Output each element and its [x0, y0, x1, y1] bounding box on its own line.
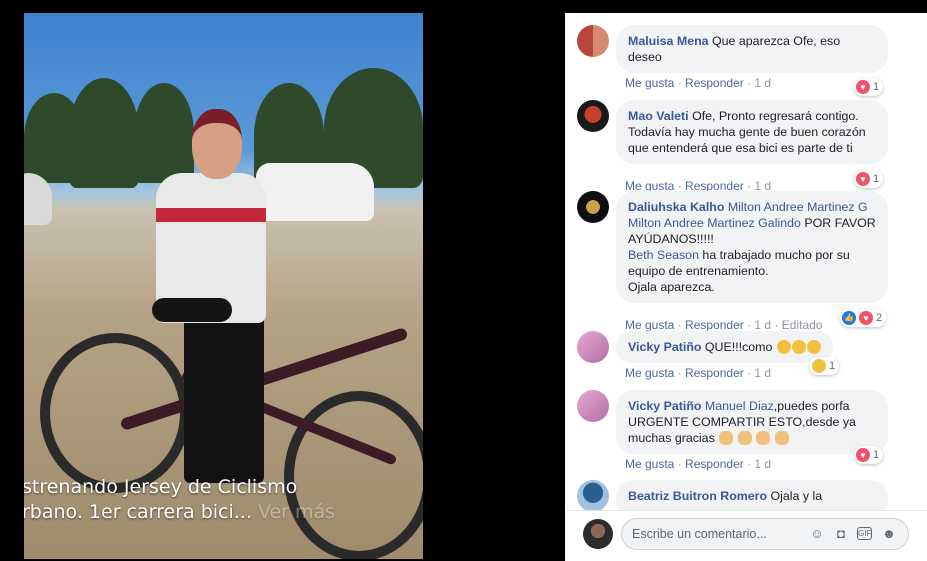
mention-link[interactable]: Milton Andree Martinez Galindo [628, 216, 801, 230]
caption-line: strenando Jersey de Ciclismo [24, 476, 298, 498]
comment-author[interactable]: Vicky Patiño [628, 399, 701, 413]
heart-icon: ♥ [856, 448, 870, 462]
avatar [583, 519, 613, 549]
reaction-count[interactable]: 👍 ♥ 2 [840, 309, 887, 327]
top-bar [423, 0, 565, 13]
heart-icon: ♥ [856, 80, 870, 94]
comment-bubble: Mao Valeti Ofe, Pronto regresará contigo… [616, 100, 888, 164]
comment-bubble: Vicky Patiño Manuel Diaz,puedes porfa UR… [616, 390, 888, 454]
comment-actions: Me gusta · Responder · 1 d [625, 76, 772, 90]
reaction-count[interactable]: ♥ 1 [854, 446, 884, 464]
comment-actions: Me gusta · Responder · 1 d [625, 366, 772, 380]
like-link[interactable]: Me gusta [625, 318, 674, 332]
reaction-count[interactable]: ♥ 1 [854, 78, 884, 96]
rider-legs [184, 313, 264, 483]
bike-saddle [152, 298, 232, 322]
sad-emoji-icon [776, 340, 791, 354]
praying-emoji-icon [737, 431, 752, 445]
comment-bubble: Vicky Patiño QUE!!!como [616, 331, 833, 363]
gif-icon[interactable]: GIF [857, 527, 872, 540]
like-link[interactable]: Me gusta [625, 366, 674, 380]
comment-text: Ojala y la [770, 489, 823, 503]
reaction-number: 1 [873, 81, 880, 93]
emoji-icon[interactable]: ☺ [809, 526, 825, 542]
avatar[interactable] [577, 191, 609, 223]
praying-emoji-icon [719, 431, 734, 445]
sticker-icon[interactable]: ☻ [881, 526, 897, 542]
comment-text: Ojala aparezca. [628, 280, 715, 294]
reply-link[interactable]: Responder [685, 318, 744, 332]
sad-emoji-icon [806, 340, 821, 354]
reply-link[interactable]: Responder [685, 366, 744, 380]
like-icon: 👍 [842, 311, 856, 325]
reaction-number: 1 [829, 360, 836, 372]
see-more-link[interactable]: Ver más [258, 501, 335, 523]
comment-actions: Me gusta · Responder · 1 d · Editado [625, 318, 823, 332]
caption-text: rbano. 1er carrera bici... [24, 501, 252, 523]
comments-panel: Maluisa Mena Que aparezca Ofe, eso deseo… [565, 13, 927, 561]
comment-author[interactable]: Mao Valeti [628, 109, 689, 123]
comment-composer: Escribe un comentario... ☺ ◘ GIF ☻ [565, 510, 927, 561]
heart-icon: ♥ [859, 311, 873, 325]
reaction-number: 1 [873, 173, 880, 185]
jersey-stripe [156, 208, 266, 222]
mention-link[interactable]: Manuel Diaz [705, 399, 774, 413]
praying-emoji-icon [774, 431, 789, 445]
like-link[interactable]: Me gusta [625, 457, 674, 471]
post-photo[interactable]: strenando Jersey de Ciclismo rbano. 1er … [24, 13, 423, 559]
comment-text: QUE!!!como [704, 340, 773, 354]
reply-link[interactable]: Responder [685, 76, 744, 90]
photo-caption: strenando Jersey de Ciclismo rbano. 1er … [24, 475, 422, 525]
edited-label[interactable]: Editado [782, 318, 823, 332]
heart-icon: ♥ [856, 172, 870, 186]
avatar[interactable] [577, 480, 609, 512]
mention-link[interactable]: Beth Season [628, 248, 699, 262]
rider-head [192, 109, 242, 179]
comment-bubble: Maluisa Mena Que aparezca Ofe, eso deseo [616, 25, 888, 73]
timestamp[interactable]: 1 d [754, 318, 771, 332]
like-link[interactable]: Me gusta [625, 76, 674, 90]
sad-reaction-icon [812, 359, 826, 373]
camera-icon[interactable]: ◘ [833, 526, 849, 542]
avatar[interactable] [577, 25, 609, 57]
timestamp[interactable]: 1 d [754, 76, 771, 90]
reaction-number: 1 [873, 449, 880, 461]
praying-emoji-icon [756, 431, 771, 445]
mention-link[interactable]: Milton Andree Martinez G [728, 200, 868, 214]
avatar[interactable] [577, 331, 609, 363]
timestamp[interactable]: 1 d [754, 366, 771, 380]
viewer: strenando Jersey de Ciclismo rbano. 1er … [0, 0, 927, 561]
comment-author[interactable]: Maluisa Mena [628, 34, 709, 48]
sad-emoji-icon [791, 340, 806, 354]
tree [69, 78, 139, 188]
comment-author[interactable]: Beatriz Buitron Romero [628, 489, 767, 503]
avatar[interactable] [577, 100, 609, 132]
comment-actions: Me gusta · Responder · 1 d [625, 457, 772, 471]
avatar[interactable] [577, 390, 609, 422]
comment-author[interactable]: Vicky Patiño [628, 340, 701, 354]
tree [134, 83, 194, 183]
comment-author[interactable]: Daliuhska Kalho [628, 200, 724, 214]
timestamp[interactable]: 1 d [754, 457, 771, 471]
reply-link[interactable]: Responder [685, 457, 744, 471]
comment-bubble: Daliuhska Kalho Milton Andree Martinez G… [616, 191, 888, 303]
reaction-count[interactable]: ♥ 1 [854, 170, 884, 188]
caption-line: rbano. 1er carrera bici... Ver más [24, 500, 422, 525]
reaction-number: 2 [876, 312, 883, 324]
car [256, 163, 374, 221]
reaction-count[interactable]: 1 [809, 357, 840, 375]
